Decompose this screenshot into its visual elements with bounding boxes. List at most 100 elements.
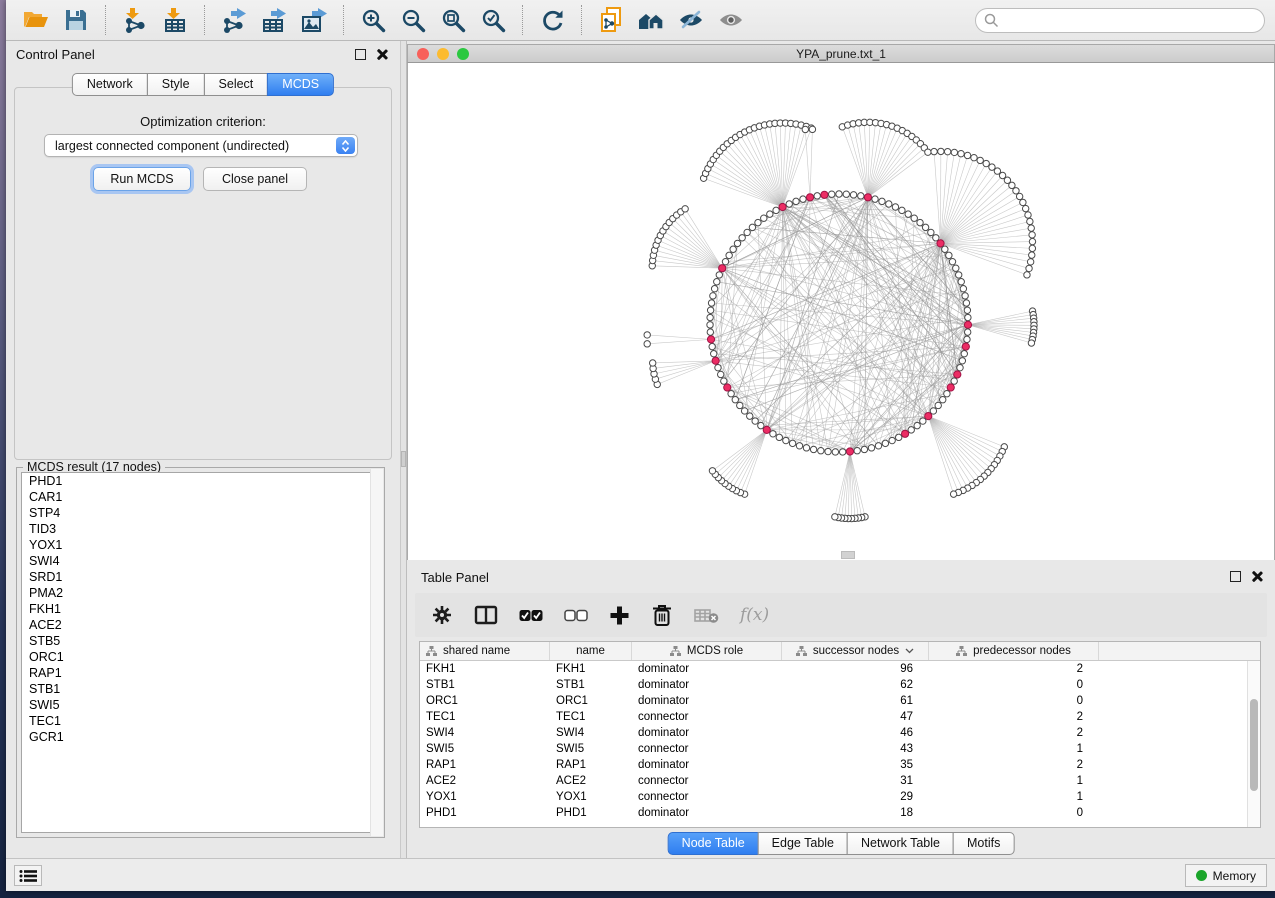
global-search-field[interactable] xyxy=(975,8,1265,33)
mcds-result-list[interactable]: PHD1CAR1STP4TID3YOX1SWI4SRD1PMA2FKH1ACE2… xyxy=(21,472,380,833)
minimize-window-traffic-light[interactable] xyxy=(437,48,449,60)
mcds-result-item[interactable]: GCR1 xyxy=(22,729,379,745)
float-table-panel-icon[interactable] xyxy=(1230,571,1241,582)
export-image-icon[interactable] xyxy=(297,5,331,35)
delete-table-icon[interactable] xyxy=(694,607,719,624)
table-cell: 29 xyxy=(782,789,929,805)
column-header-MCDS-role[interactable]: MCDS role xyxy=(632,642,782,660)
mcds-result-item[interactable]: FKH1 xyxy=(22,601,379,617)
zoom-selected-icon[interactable] xyxy=(476,5,510,35)
mcds-result-item[interactable]: SWI5 xyxy=(22,697,379,713)
unselect-all-checkboxes-icon[interactable] xyxy=(564,609,588,622)
node-table-body: FKH1FKH1dominator962STB1STB1dominator620… xyxy=(420,661,1260,821)
tab-style[interactable]: Style xyxy=(147,73,205,96)
mcds-result-item[interactable]: TEC1 xyxy=(22,713,379,729)
split-columns-icon[interactable] xyxy=(474,605,498,625)
table-row[interactable]: ACE2ACE2connector311 xyxy=(420,773,1260,789)
run-mcds-button[interactable]: Run MCDS xyxy=(93,167,191,191)
tab-edge-table[interactable]: Edge Table xyxy=(758,832,848,855)
table-row[interactable]: STB1STB1dominator620 xyxy=(420,677,1260,693)
table-cell: 2 xyxy=(929,709,1099,725)
maximize-window-traffic-light[interactable] xyxy=(457,48,469,60)
column-type-icon xyxy=(956,646,967,656)
column-header-predecessor-nodes[interactable]: predecessor nodes xyxy=(929,642,1099,660)
column-header-name[interactable]: name xyxy=(550,642,632,660)
mcds-result-item[interactable]: SWI4 xyxy=(22,553,379,569)
column-header-shared-name[interactable]: shared name xyxy=(420,642,550,660)
import-network-icon[interactable] xyxy=(118,5,152,35)
mcds-result-item[interactable]: ORC1 xyxy=(22,649,379,665)
toolbar-separator xyxy=(581,5,582,35)
export-table-icon[interactable] xyxy=(257,5,291,35)
table-cell: dominator xyxy=(632,661,782,677)
tab-mcds[interactable]: MCDS xyxy=(267,73,334,96)
table-row[interactable]: SWI5SWI5connector431 xyxy=(420,741,1260,757)
import-table-icon[interactable] xyxy=(158,5,192,35)
criterion-dropdown[interactable]: largest connected component (undirected) xyxy=(44,134,358,157)
show-all-eye-icon[interactable] xyxy=(714,5,748,35)
scrollbar-thumb[interactable] xyxy=(1250,699,1258,791)
tab-motifs[interactable]: Motifs xyxy=(953,832,1014,855)
mcds-result-groupbox: MCDS result (17 nodes) PHD1CAR1STP4TID3Y… xyxy=(16,467,385,838)
mcds-result-item[interactable]: STB5 xyxy=(22,633,379,649)
tab-network-table[interactable]: Network Table xyxy=(847,832,954,855)
refresh-icon[interactable] xyxy=(535,5,569,35)
tab-network[interactable]: Network xyxy=(72,73,148,96)
mcds-result-item[interactable]: PHD1 xyxy=(22,473,379,489)
vertical-splitter[interactable] xyxy=(400,41,407,858)
add-column-icon[interactable] xyxy=(609,605,630,626)
home-networks-icon[interactable] xyxy=(634,5,668,35)
table-row[interactable]: TEC1TEC1connector472 xyxy=(420,709,1260,725)
mcds-result-item[interactable]: YOX1 xyxy=(22,537,379,553)
mcds-result-item[interactable]: PMA2 xyxy=(22,585,379,601)
splitter-grip[interactable] xyxy=(401,451,406,467)
table-cell: 47 xyxy=(782,709,929,725)
clone-network-icon[interactable] xyxy=(594,5,628,35)
close-window-traffic-light[interactable] xyxy=(417,48,429,60)
save-session-icon[interactable] xyxy=(59,5,93,35)
mcds-result-item[interactable]: SRD1 xyxy=(22,569,379,585)
close-table-panel-icon[interactable] xyxy=(1251,570,1263,582)
select-all-checkboxes-icon[interactable] xyxy=(519,609,543,622)
table-row[interactable]: ORC1ORC1dominator610 xyxy=(420,693,1260,709)
delete-column-icon[interactable] xyxy=(651,604,673,627)
hide-selected-eye-slash-icon[interactable] xyxy=(674,5,708,35)
horizontal-splitter-grip[interactable] xyxy=(841,551,855,559)
zoom-fit-icon[interactable] xyxy=(436,5,470,35)
table-row[interactable]: YOX1YOX1connector291 xyxy=(420,789,1260,805)
table-row[interactable]: FKH1FKH1dominator962 xyxy=(420,661,1260,677)
float-panel-icon[interactable] xyxy=(355,49,366,60)
mcds-result-item[interactable]: STB1 xyxy=(22,681,379,697)
mcds-result-item[interactable]: CAR1 xyxy=(22,489,379,505)
mcds-list-scrollbar[interactable] xyxy=(370,469,383,836)
table-row[interactable]: SWI4SWI4dominator462 xyxy=(420,725,1260,741)
network-view-canvas[interactable] xyxy=(407,63,1275,560)
column-header-successor-nodes[interactable]: successor nodes xyxy=(782,642,929,660)
function-fx-icon[interactable]: f(x) xyxy=(740,605,769,625)
network-window-titlebar[interactable]: YPA_prune.txt_1 xyxy=(407,44,1275,63)
mcds-result-item[interactable]: RAP1 xyxy=(22,665,379,681)
gear-icon[interactable] xyxy=(431,604,453,626)
tab-select[interactable]: Select xyxy=(204,73,269,96)
mcds-result-item[interactable]: ACE2 xyxy=(22,617,379,633)
tab-node-table[interactable]: Node Table xyxy=(668,832,759,855)
table-cell: connector xyxy=(632,741,782,757)
zoom-in-icon[interactable] xyxy=(356,5,390,35)
table-row[interactable]: PHD1PHD1dominator180 xyxy=(420,805,1260,821)
export-network-icon[interactable] xyxy=(217,5,251,35)
network-graph[interactable] xyxy=(408,63,1274,560)
memory-button[interactable]: Memory xyxy=(1185,864,1267,887)
application-window: Control Panel NetworkStyleSelectMCDS Opt… xyxy=(6,0,1275,891)
mcds-result-item[interactable]: TID3 xyxy=(22,521,379,537)
mcds-result-item[interactable]: STP4 xyxy=(22,505,379,521)
table-cell: ORC1 xyxy=(550,693,632,709)
open-file-icon[interactable] xyxy=(19,5,53,35)
table-cell: SWI4 xyxy=(550,725,632,741)
search-input[interactable] xyxy=(1005,13,1256,27)
log-console-button[interactable] xyxy=(14,865,42,886)
table-vertical-scrollbar[interactable] xyxy=(1247,661,1260,827)
table-row[interactable]: RAP1RAP1dominator352 xyxy=(420,757,1260,773)
close-panel-button[interactable]: Close panel xyxy=(203,167,307,191)
close-panel-icon[interactable] xyxy=(376,48,388,60)
zoom-out-icon[interactable] xyxy=(396,5,430,35)
